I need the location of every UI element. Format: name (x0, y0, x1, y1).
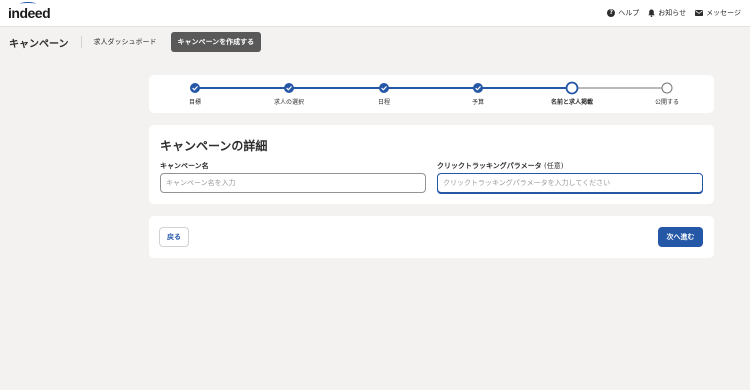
tracking-parameter-label-text: クリックトラッキングパラメータ (437, 162, 542, 170)
messages-link[interactable]: メッセージ (695, 8, 741, 18)
help-link-label: ヘルプ (618, 9, 640, 17)
tracking-parameter-input[interactable] (437, 173, 703, 193)
logo-text: indeed (8, 5, 51, 21)
step-label-budget: 予算 (471, 99, 485, 106)
next-button[interactable]: 次へ進む (658, 227, 703, 247)
campaign-details-title: キャンペーンの詳細 (160, 139, 268, 153)
step-current-icon (565, 81, 579, 95)
top-links: ? ヘルプ お知らせ メッセージ (607, 8, 741, 18)
step-check-icon (190, 83, 200, 93)
page-title: キャンペーン (9, 38, 69, 50)
notifications-link[interactable]: お知らせ (648, 8, 686, 18)
progress-stepper: 目標 求人の選択 日程 予算 名前と求人掲載 公開する (149, 75, 714, 113)
logo-arc-icon (20, 2, 36, 6)
notifications-link-label: お知らせ (658, 9, 687, 17)
help-icon: ? (607, 9, 616, 17)
messages-link-label: メッセージ (706, 9, 741, 17)
step-label-schedule: 日程 (377, 99, 391, 106)
tracking-parameter-label: クリックトラッキングパラメータ (任意) (437, 161, 564, 171)
step-navigation-card: 戻る 次へ進む (149, 216, 714, 258)
campaign-name-label: キャンペーン名 (160, 161, 209, 171)
bell-icon (648, 9, 655, 17)
indeed-logo[interactable]: indeed (8, 2, 51, 21)
stepper-track (190, 81, 673, 95)
step-check-icon (284, 83, 294, 93)
optional-tag: (任意) (544, 162, 564, 170)
job-dashboard-link[interactable]: 求人ダッシュボード (94, 37, 157, 47)
top-navigation-bar: indeed ? ヘルプ お知らせ メッセージ (0, 0, 750, 27)
step-upcoming-icon (661, 82, 673, 94)
help-link[interactable]: ? ヘルプ (607, 8, 639, 18)
step-label-goal: 目標 (188, 99, 202, 106)
campaign-subheader: キャンペーン 求人ダッシュボード キャンペーンを作成する (0, 27, 750, 57)
step-label-name-and-jobs: 名前と求人掲載 (550, 99, 594, 106)
mail-icon (695, 10, 704, 16)
step-check-icon (473, 83, 483, 93)
campaign-name-input[interactable] (160, 173, 426, 193)
back-button[interactable]: 戻る (159, 227, 189, 247)
create-campaign-button[interactable]: キャンペーンを作成する (170, 32, 262, 52)
step-check-icon (379, 83, 389, 93)
step-label-publish: 公開する (654, 99, 680, 106)
step-label-job-selection: 求人の選択 (273, 99, 305, 106)
campaign-details-card: キャンペーンの詳細 キャンペーン名 クリックトラッキングパラメータ (任意) (149, 125, 714, 204)
subheader-divider (80, 36, 82, 48)
campaign-name-label-text: キャンペーン名 (160, 162, 209, 170)
